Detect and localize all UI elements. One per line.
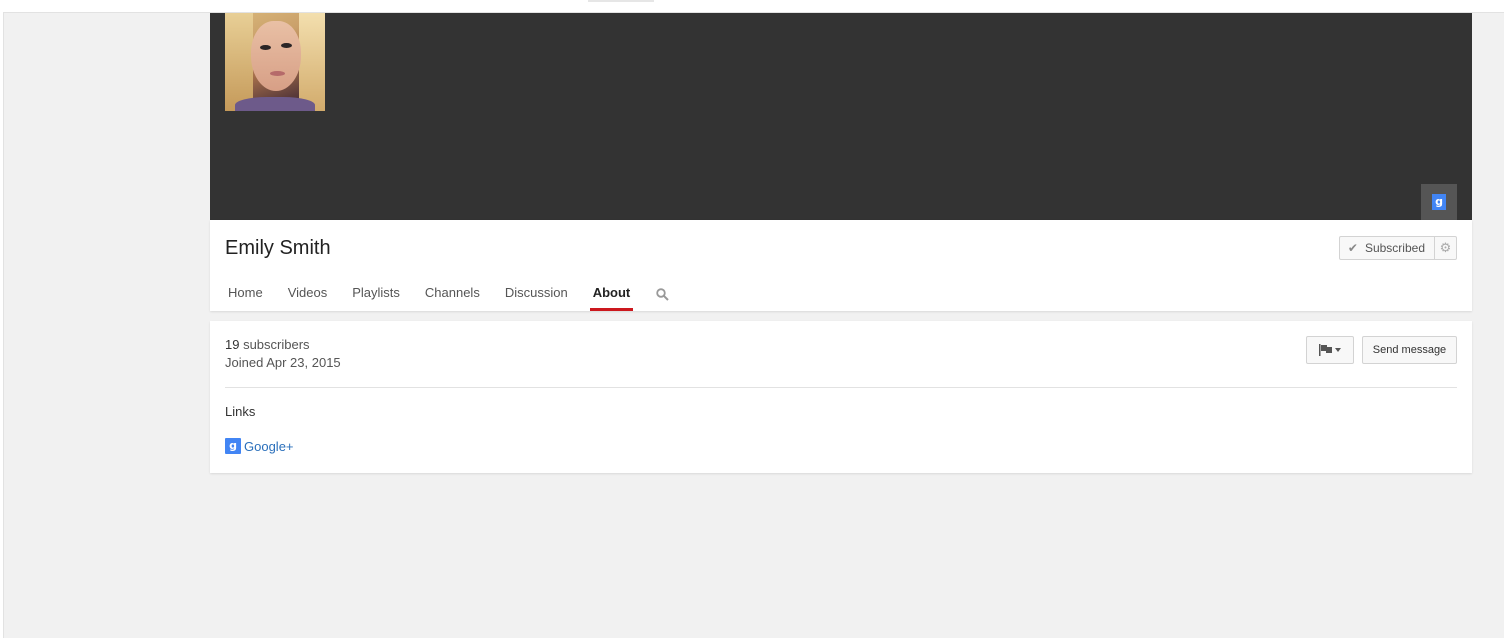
banner-google-plus-link[interactable]: g	[1421, 184, 1457, 220]
avatar-hair-right	[299, 13, 325, 111]
flag-icon	[1319, 344, 1332, 356]
google-plus-link-label[interactable]: Google+	[244, 439, 294, 454]
search-icon	[656, 287, 669, 301]
channel-header: Emily Smith ✔ Subscribed ⚙ Home Videos P…	[210, 220, 1472, 311]
channel-title: Emily Smith	[225, 237, 331, 259]
joined-date: Joined Apr 23, 2015	[225, 355, 341, 370]
avatar-eye-left	[260, 45, 271, 50]
channel-tabs: Home Videos Playlists Channels Discussio…	[225, 277, 670, 311]
tab-playlists[interactable]: Playlists	[349, 277, 403, 311]
subscriber-count: 19	[225, 337, 240, 352]
channel-banner: g	[210, 13, 1472, 220]
subscribed-label: Subscribed	[1364, 241, 1425, 255]
subscription-settings-button[interactable]: ⚙	[1435, 237, 1456, 259]
google-plus-icon: g	[225, 438, 241, 454]
google-plus-link[interactable]: g Google+	[225, 438, 294, 454]
tab-home[interactable]: Home	[225, 277, 266, 311]
avatar-hair-left	[225, 13, 253, 111]
channel-stats: 19 subscribers Joined Apr 23, 2015	[225, 336, 341, 372]
tab-videos[interactable]: Videos	[285, 277, 331, 311]
subscriber-count-line: 19 subscribers	[225, 336, 341, 354]
tab-channels[interactable]: Channels	[422, 277, 483, 311]
send-message-button[interactable]: Send message	[1362, 336, 1457, 364]
tab-discussion[interactable]: Discussion	[502, 277, 571, 311]
section-divider	[225, 387, 1457, 388]
google-plus-icon: g	[1432, 194, 1446, 210]
report-flag-button[interactable]	[1306, 336, 1354, 364]
subscribe-group: ✔ Subscribed ⚙	[1338, 236, 1457, 260]
channel-search-button[interactable]	[654, 277, 670, 311]
top-tab-edge	[588, 0, 654, 2]
chevron-down-icon	[1335, 348, 1341, 352]
avatar-eye-right	[281, 43, 292, 48]
avatar-face	[251, 21, 301, 91]
tab-about[interactable]: About	[589, 277, 634, 311]
checkmark-icon: ✔	[1347, 241, 1358, 255]
channel-avatar[interactable]	[225, 13, 325, 111]
about-section: 19 subscribers Joined Apr 23, 2015 Send …	[210, 321, 1472, 473]
links-heading: Links	[225, 404, 256, 419]
avatar-shirt	[235, 97, 315, 111]
subscriber-suffix: subscribers	[239, 337, 310, 352]
subscribed-button[interactable]: ✔ Subscribed	[1340, 237, 1435, 259]
gear-icon: ⚙	[1439, 240, 1452, 255]
avatar-lips	[270, 71, 285, 76]
